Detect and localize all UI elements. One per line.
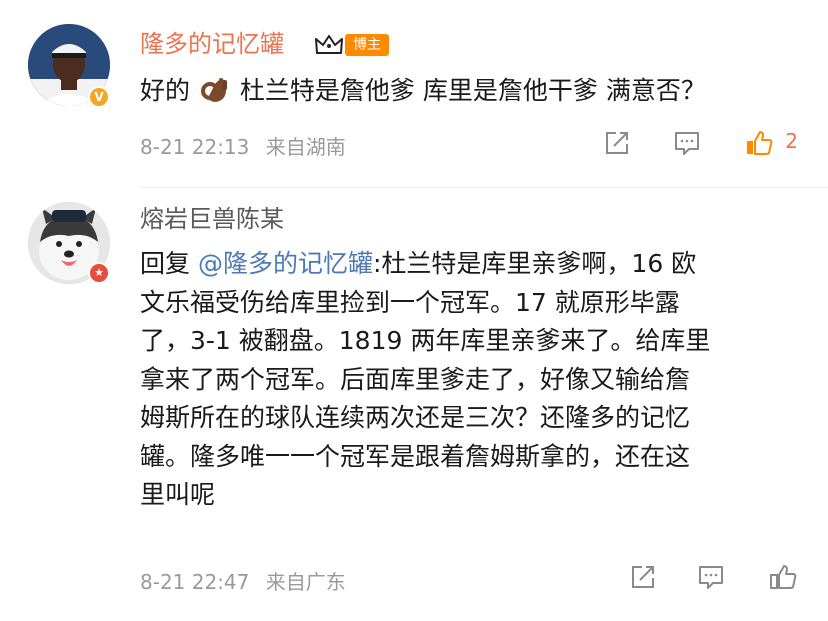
comment-location: 来自广东: [265, 570, 346, 594]
verified-badge-icon: ★: [88, 262, 110, 284]
comment-icon: [675, 132, 699, 155]
comment-text-line: 罐。隆多唯一一个冠军是跟着詹姆斯拿的，还在这: [140, 441, 691, 471]
comment-text-part: 杜兰特是詹他爹 库里是詹他干爹 满意否？: [239, 76, 706, 105]
reply-button[interactable]: [694, 560, 728, 594]
verified-badge-icon: V: [88, 86, 110, 108]
comment-text: 好的 杜兰特是詹他爹 库里是詹他干爹 满意否？: [140, 72, 800, 111]
comment-text-line: 姆斯所在的球队连续两次还是三次？还隆多的记忆: [140, 403, 691, 432]
thumbs-up-icon: [770, 565, 797, 589]
crown-icon: [315, 35, 343, 54]
like-count: 2: [785, 129, 798, 153]
reply-prefix: 回复: [140, 249, 191, 278]
comment-item: ★ 熔岩巨兽陈某 回复 @隆多的记忆罐:杜兰特是库里亲爹啊，16 欧 文乐福受伤…: [0, 188, 828, 621]
comment-text-line: 文乐福受伤给库里捡到一个冠军。17 就原形毕露: [140, 287, 680, 317]
comment-text-part: 好的: [140, 76, 191, 105]
host-badge: 博主: [345, 34, 389, 56]
share-icon: [606, 132, 628, 154]
like-button[interactable]: [766, 560, 800, 594]
share-button[interactable]: [600, 126, 634, 160]
comment-text-line: 里叫呢: [140, 480, 216, 509]
comment-meta: 8-21 22:13 来自湖南: [140, 131, 346, 160]
share-icon: [632, 566, 654, 588]
share-button[interactable]: [626, 560, 660, 594]
ok-hand-emoji-icon: [200, 78, 227, 102]
comment-time: 8-21 22:13: [140, 135, 250, 159]
mention-link[interactable]: @隆多的记忆罐: [198, 249, 373, 278]
comment-icon: [699, 566, 723, 589]
comment-author[interactable]: 熔岩巨兽陈某: [140, 204, 284, 234]
like-button[interactable]: [742, 126, 776, 160]
comment-location: 来自湖南: [265, 135, 346, 159]
comment-text-line: 了，3-1 被翻盘。1819 两年库里亲爹来了。给库里: [140, 326, 711, 355]
comment-text-line: 拿来了两个冠军。后面库里爹走了，好像又输给詹: [140, 364, 691, 394]
reply-button[interactable]: [670, 126, 704, 160]
comment-text-part: :杜兰特是库里亲爹啊，16 欧: [372, 249, 697, 278]
comment-text: 回复 @隆多的记忆罐:杜兰特是库里亲爹啊，16 欧 文乐福受伤给库里捡到一个冠军…: [140, 245, 800, 515]
comment-author[interactable]: 隆多的记忆罐: [140, 29, 284, 59]
comment-time: 8-21 22:47: [140, 570, 250, 594]
comment-meta: 8-21 22:47 来自广东: [140, 566, 346, 595]
comment-item: V 隆多的记忆罐 博主 好的 杜兰特是詹他爹 库里是詹他干爹 满意否？ 8-21…: [0, 0, 828, 188]
thumbs-up-icon: [747, 131, 773, 155]
comment-text-line: 回复 @隆多的记忆罐:杜兰特是库里亲爹啊，16 欧: [140, 245, 800, 284]
